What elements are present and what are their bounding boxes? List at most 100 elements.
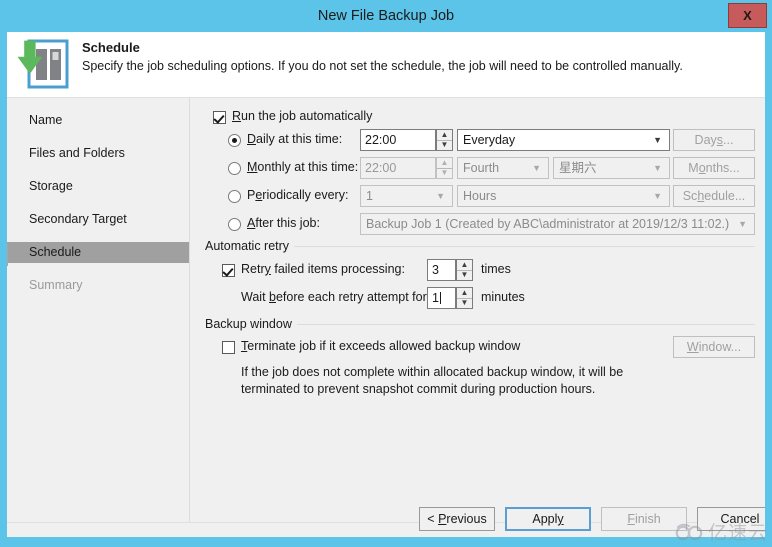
chevron-down-icon[interactable]: ▼ (653, 186, 662, 206)
daily-time-value: 22:00 (365, 133, 397, 147)
periodically-text: riodically every: (262, 188, 349, 202)
days-button[interactable]: Days... (673, 129, 755, 151)
spinner-down-icon[interactable]: ▼ (437, 140, 452, 150)
daily-radio[interactable] (228, 134, 241, 147)
spinner-up-icon[interactable]: ▲ (437, 158, 452, 168)
run-automatically-text: n the job automatically (247, 109, 373, 123)
run-automatically-accel: R (232, 109, 242, 123)
after-job-combo[interactable]: Backup Job 1 (Created by ABC\administrat… (360, 213, 755, 235)
periodically-radio[interactable] (228, 190, 241, 203)
title-bar: New File Backup Job X (0, 0, 772, 32)
wait-pre: Wait (241, 290, 270, 304)
chevron-down-icon[interactable]: ▼ (532, 158, 541, 178)
window-body: Schedule Specify the job scheduling opti… (7, 32, 765, 537)
retry-times-value: 3 (432, 263, 439, 277)
spinner-up-icon[interactable]: ▲ (457, 260, 472, 270)
sidebar-item-files-and-folders[interactable]: Files and Folders (7, 143, 189, 164)
window-title: New File Backup Job (317, 8, 455, 24)
page-title: Schedule (82, 40, 140, 55)
wait-minutes-spinner[interactable]: ▲ ▼ (456, 287, 473, 309)
retry-times-unit-label: times (481, 262, 511, 276)
spinner-up-icon[interactable]: ▲ (437, 130, 452, 140)
monthly-weekday-value: 星期六 (559, 161, 597, 175)
wait-minutes-value: 1 (432, 291, 439, 305)
monthly-week-value: Fourth (463, 161, 500, 175)
chevron-down-icon[interactable]: ▼ (653, 130, 662, 150)
close-icon: X (743, 8, 752, 23)
daily-accel: D (247, 132, 257, 146)
chevron-down-icon[interactable]: ▼ (653, 158, 662, 178)
wizard-sidebar: Name Files and Folders Storage Secondary… (7, 98, 190, 522)
retry-text: failed items processing: (270, 262, 405, 276)
terminate-job-checkbox[interactable] (222, 341, 235, 354)
after-job-radio[interactable] (228, 218, 241, 231)
periodically-label: Periodically every: (247, 188, 348, 202)
schedule-button[interactable]: Schedule... (673, 185, 755, 207)
schedule-options-pane: Run the job automatically Daily at this … (191, 98, 765, 522)
sidebar-item-schedule[interactable]: Schedule (7, 242, 189, 263)
monthly-radio[interactable] (228, 162, 241, 175)
monthly-time-spinner[interactable]: ▲ ▼ (436, 157, 453, 179)
months-button[interactable]: Months... (673, 157, 755, 179)
monthly-time-value: 22:00 (365, 161, 397, 175)
retry-failed-items-label: Retry failed items processing: (241, 262, 405, 276)
apply-button[interactable]: Apply (505, 507, 591, 531)
chevron-down-icon[interactable]: ▼ (738, 214, 747, 234)
backup-download-server-icon (13, 35, 73, 93)
daily-text: aily at this time: (256, 132, 343, 146)
daily-label: Daily at this time: (247, 132, 342, 146)
sidebar-item-secondary-target[interactable]: Secondary Target (7, 209, 189, 230)
monthly-weekday-combo[interactable]: 星期六 ▼ (553, 157, 670, 179)
wizard-button-bar: < Previous Apply Finish Cancel (191, 507, 765, 537)
wait-text: efore each retry attempt for: (275, 290, 431, 304)
spinner-down-icon[interactable]: ▼ (457, 298, 472, 308)
content-area: Name Files and Folders Storage Secondary… (7, 97, 765, 522)
retry-times-input[interactable]: 3 (427, 259, 456, 281)
daily-frequency-combo[interactable]: Everyday ▼ (457, 129, 670, 151)
wait-minutes-input[interactable]: 1 (427, 287, 456, 309)
daily-time-input[interactable]: 22:00 (360, 129, 436, 151)
sidebar-item-name[interactable]: Name (7, 110, 189, 131)
terminate-text: erminate job if it exceeds allowed backu… (247, 339, 521, 353)
text-caret (439, 292, 441, 304)
spinner-down-icon[interactable]: ▼ (437, 168, 452, 178)
chevron-down-icon[interactable]: ▼ (436, 186, 445, 206)
run-automatically-accel2: u (241, 109, 248, 123)
window-button[interactable]: Window... (673, 336, 755, 358)
previous-button[interactable]: < Previous (419, 507, 495, 531)
after-job-value: Backup Job 1 (Created by ABC\administrat… (366, 217, 730, 231)
automatic-retry-group-label: Automatic retry (205, 239, 295, 253)
wait-minutes-unit-label: minutes (481, 290, 525, 304)
monthly-time-input[interactable]: 22:00 (360, 157, 436, 179)
page-subtitle: Specify the job scheduling options. If y… (82, 59, 683, 73)
run-automatically-label: Run the job automatically (232, 109, 372, 123)
terminate-job-label: Terminate job if it exceeds allowed back… (241, 339, 520, 353)
after-job-label: After this job: (247, 216, 320, 230)
run-automatically-checkbox[interactable] (213, 111, 226, 124)
retry-pre: Retr (241, 262, 265, 276)
spinner-down-icon[interactable]: ▼ (457, 270, 472, 280)
sidebar-scroll-indicator[interactable] (7, 244, 8, 266)
backup-window-group-label: Backup window (205, 317, 297, 331)
retry-failed-items-checkbox[interactable] (222, 264, 235, 277)
monthly-week-combo[interactable]: Fourth ▼ (457, 157, 549, 179)
monthly-label: Monthly at this time: (247, 160, 358, 174)
finish-button[interactable]: Finish (601, 507, 687, 531)
backup-window-description: If the job does not complete within allo… (241, 365, 624, 396)
new-file-backup-job-dialog: New File Backup Job X Schedule Specify t… (0, 0, 772, 547)
spinner-up-icon[interactable]: ▲ (457, 288, 472, 298)
periodically-interval-combo[interactable]: 1 ▼ (360, 185, 453, 207)
sidebar-item-summary[interactable]: Summary (7, 275, 189, 296)
wait-before-retry-label: Wait before each retry attempt for: (241, 290, 430, 304)
periodically-unit-combo[interactable]: Hours ▼ (457, 185, 670, 207)
retry-times-spinner[interactable]: ▲ ▼ (456, 259, 473, 281)
monthly-accel: M (247, 160, 258, 174)
daily-time-spinner[interactable]: ▲ ▼ (436, 129, 453, 151)
daily-frequency-value: Everyday (463, 133, 516, 147)
header-banner: Schedule Specify the job scheduling opti… (7, 32, 765, 97)
monthly-text: onthly at this time: (257, 160, 359, 174)
cancel-button[interactable]: Cancel (697, 507, 765, 531)
close-button[interactable]: X (728, 3, 767, 28)
sidebar-item-storage[interactable]: Storage (7, 176, 189, 197)
periodically-unit-value: Hours (463, 189, 497, 203)
